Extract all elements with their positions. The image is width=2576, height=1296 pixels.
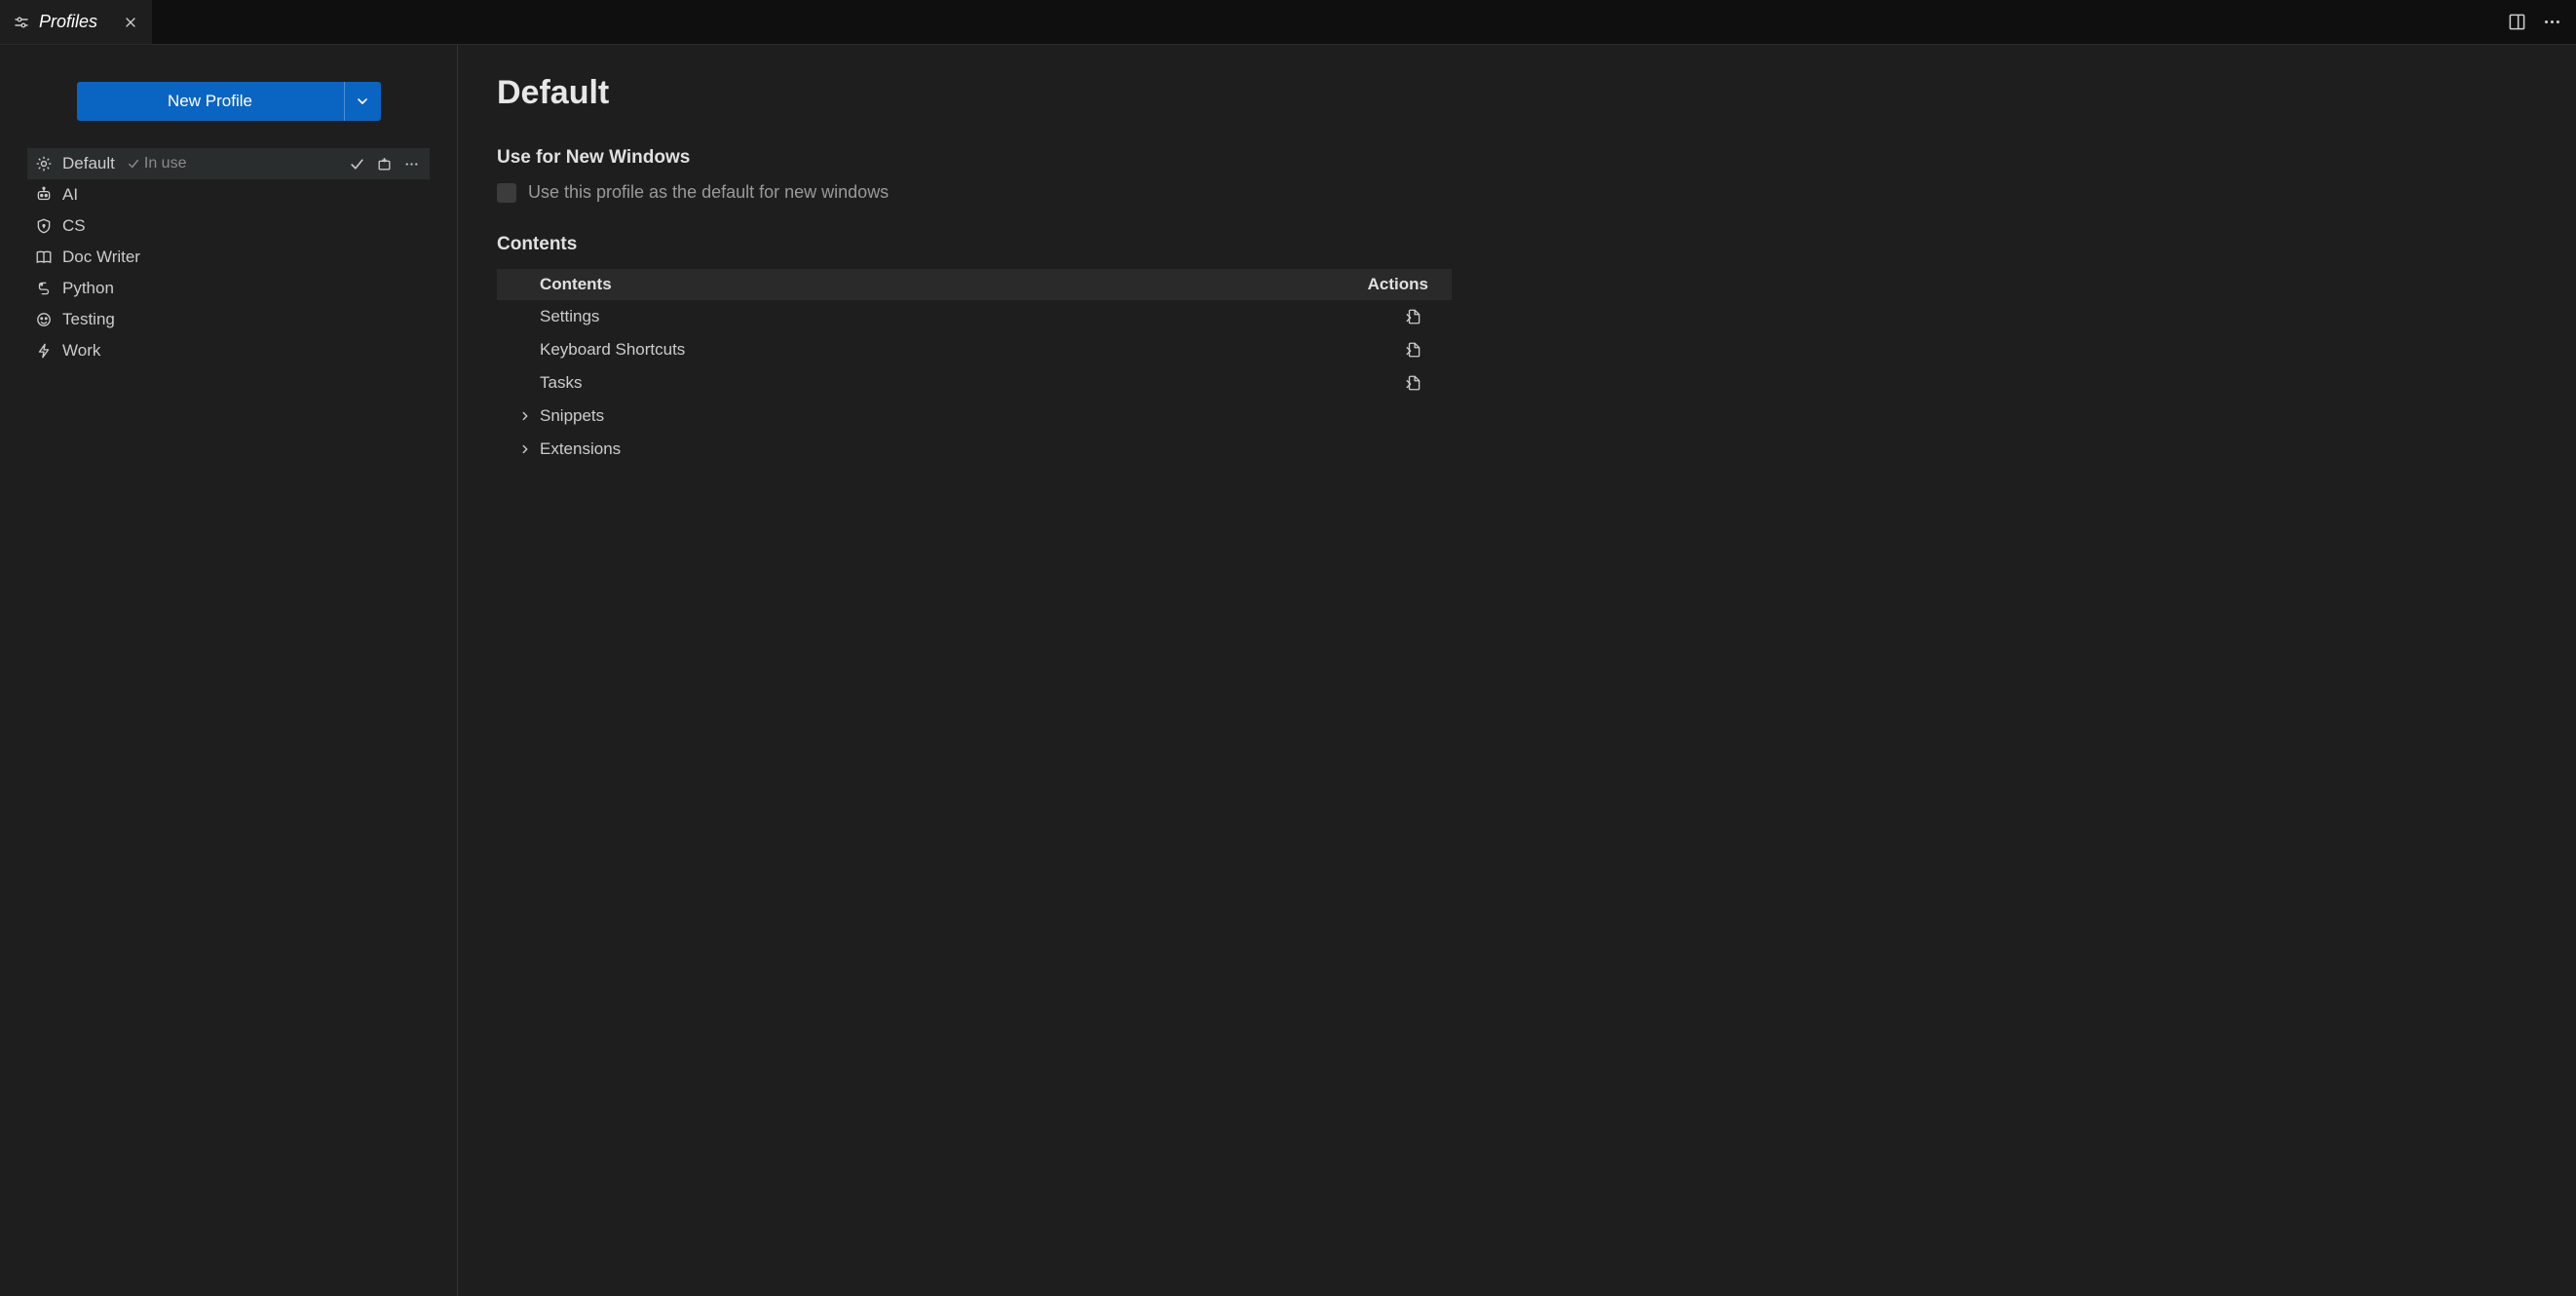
contents-row-settings: Settings (497, 300, 1452, 333)
use-for-new-windows-label: Use this profile as the default for new … (528, 182, 889, 203)
use-for-new-windows-row: Use this profile as the default for new … (497, 182, 2537, 203)
profile-item-doc-writer[interactable]: Doc Writer (27, 242, 430, 273)
new-window-icon[interactable] (375, 155, 393, 172)
contents-row-label: Snippets (540, 406, 1422, 426)
tab-label: Profiles (39, 12, 97, 32)
profile-item-label: Python (62, 279, 114, 298)
close-icon[interactable] (123, 15, 138, 30)
contents-row-tasks: Tasks (497, 366, 1452, 400)
profile-item-default[interactable]: Default In use (27, 148, 430, 179)
chevron-down-icon (359, 99, 366, 103)
profile-item-label: CS (62, 216, 86, 236)
tab-profiles[interactable]: Profiles (0, 0, 153, 44)
col-contents: Contents (540, 275, 1368, 294)
profile-item-label: AI (62, 185, 78, 205)
gear-icon (33, 153, 55, 174)
use-for-new-windows-heading: Use for New Windows (497, 147, 2537, 169)
new-profile-button[interactable]: New Profile (77, 82, 344, 121)
use-profile-icon[interactable] (348, 155, 365, 172)
in-use-badge: In use (127, 155, 187, 172)
contents-row-label: Tasks (540, 373, 1405, 393)
new-profile-button-group: New Profile (77, 82, 381, 121)
profile-item-python[interactable]: Python (27, 273, 430, 304)
split-editor-icon[interactable] (2506, 12, 2527, 33)
contents-row-snippets[interactable]: Snippets (497, 400, 1452, 433)
book-icon (33, 247, 55, 268)
page-title: Default (497, 74, 2537, 112)
settings-sliders-icon (14, 15, 29, 30)
shield-icon (33, 215, 55, 237)
chevron-right-icon[interactable] (518, 409, 536, 423)
tab-bar: Profiles (0, 0, 2576, 45)
more-icon[interactable] (402, 155, 420, 172)
profile-item-label: Doc Writer (62, 248, 140, 267)
use-for-new-windows-checkbox[interactable] (497, 183, 516, 203)
contents-row-label: Extensions (540, 439, 1422, 459)
profile-list: Default In use AI CS Doc Writer Python T… (27, 148, 430, 366)
more-actions-icon[interactable] (2541, 12, 2562, 33)
profile-item-actions (348, 155, 424, 172)
contents-table-header: Contents Actions (497, 269, 1452, 300)
open-file-icon[interactable] (1405, 341, 1422, 359)
snake-icon (33, 278, 55, 299)
contents-row-keyboard-shortcuts: Keyboard Shortcuts (497, 333, 1452, 366)
profile-item-label: Work (62, 341, 100, 361)
profile-item-testing[interactable]: Testing (27, 304, 430, 335)
profile-item-label: Default (62, 154, 115, 173)
profiles-sidebar: New Profile Default In use AI CS Doc Wri… (0, 45, 458, 1296)
profile-item-ai[interactable]: AI (27, 179, 430, 210)
robot-icon (33, 184, 55, 206)
profile-detail: Default Use for New Windows Use this pro… (458, 45, 2576, 1296)
smiley-icon (33, 309, 55, 330)
contents-row-label: Keyboard Shortcuts (540, 340, 1405, 360)
profile-item-label: Testing (62, 310, 115, 329)
tab-bar-actions (2506, 12, 2576, 33)
contents-table: Contents Actions Settings Keyboard Short… (497, 269, 1452, 466)
profile-item-cs[interactable]: CS (27, 210, 430, 242)
open-file-icon[interactable] (1405, 308, 1422, 325)
chevron-right-icon[interactable] (518, 442, 536, 456)
open-file-icon[interactable] (1405, 374, 1422, 392)
zap-icon (33, 340, 55, 362)
col-actions: Actions (1368, 275, 1428, 294)
new-profile-dropdown[interactable] (344, 82, 381, 121)
contents-row-label: Settings (540, 307, 1405, 326)
profile-item-work[interactable]: Work (27, 335, 430, 366)
contents-heading: Contents (497, 234, 2537, 255)
contents-row-extensions[interactable]: Extensions (497, 433, 1452, 466)
